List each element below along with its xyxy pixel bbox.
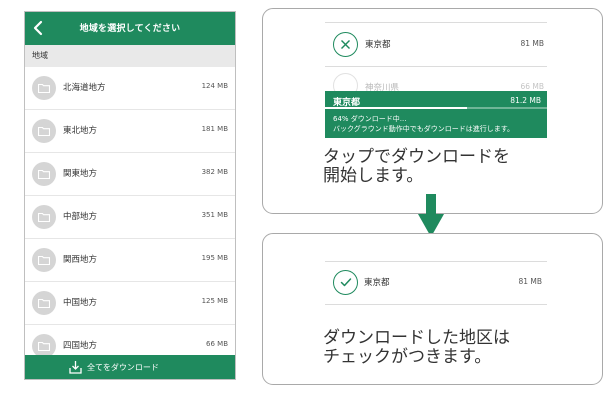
- folder-circle: [32, 291, 56, 315]
- folder-icon: [38, 255, 50, 265]
- step2-caption: ダウンロードした地区は チェックがつきます。: [323, 329, 510, 367]
- folder-icon: [38, 169, 50, 179]
- back-button[interactable]: [29, 18, 49, 38]
- progress-note-text: バックグラウンド動作中でもダウンロードは進行します。: [333, 125, 515, 133]
- row-divider: [325, 66, 547, 67]
- region-row[interactable]: 北海道地方 124 MB: [25, 67, 235, 110]
- row-divider: [325, 304, 547, 305]
- arrow-down-icon: [418, 194, 444, 237]
- region-name: 中国地方: [63, 298, 98, 308]
- folder-circle: [32, 119, 56, 143]
- download-all-button[interactable]: 全てをダウンロード: [25, 355, 235, 379]
- region-size: 181 MB: [201, 125, 228, 133]
- progress-size: 81.2 MB: [510, 96, 541, 105]
- row-divider: [325, 22, 547, 23]
- region-name: 北海道地方: [63, 83, 106, 93]
- region-size: 382 MB: [201, 168, 228, 176]
- region-list: 北海道地方 124 MB 東北地方 181 MB 関東地方 382 MB 中部地方 351 M…: [25, 67, 235, 368]
- step1-caption: タップでダウンロードを 開始します。: [323, 148, 510, 186]
- step2-panel: 東京都 81 MB ダウンロードした地区は チェックがつきます。: [262, 233, 603, 385]
- header-bar: 地域を選択してください: [25, 12, 235, 45]
- region-name: 東京都: [364, 278, 390, 288]
- folder-icon: [38, 298, 50, 308]
- region-size: 81 MB: [520, 39, 544, 48]
- region-size: 81 MB: [518, 277, 542, 286]
- region-row[interactable]: 関西地方 195 MB: [25, 239, 235, 282]
- region-row[interactable]: 中国地方 125 MB: [25, 282, 235, 325]
- region-size: 125 MB: [201, 297, 228, 305]
- progress-status-text: 64% ダウンロード中...: [333, 115, 407, 123]
- cancel-icon: [341, 40, 350, 49]
- region-name: 関東地方: [63, 169, 98, 179]
- region-name: 東京都: [365, 40, 391, 50]
- region-size: 195 MB: [201, 254, 228, 262]
- downloaded-status: [333, 270, 358, 295]
- region-row[interactable]: 中部地方 351 MB: [25, 196, 235, 239]
- folder-icon: [38, 126, 50, 136]
- caption-line: チェックがつきます。: [323, 347, 492, 367]
- download-progress-toast: 東京都 81.2 MB 64% ダウンロード中... バックグラウンド動作中でも…: [325, 91, 547, 138]
- region-size: 124 MB: [201, 82, 228, 90]
- download-all-label: 全てをダウンロード: [87, 363, 159, 372]
- check-icon: [340, 278, 352, 287]
- progress-bar: [325, 107, 547, 109]
- cancel-download-button[interactable]: [333, 32, 358, 57]
- region-name: 東北地方: [63, 126, 98, 136]
- caption-line: 開始します。: [323, 166, 424, 186]
- region-row[interactable]: 東北地方 181 MB: [25, 110, 235, 153]
- region-name: 四国地方: [63, 341, 98, 351]
- region-name: 中部地方: [63, 212, 98, 222]
- folder-icon: [38, 341, 50, 351]
- folder-circle: [32, 248, 56, 272]
- step1-panel: 東京都 81 MB 神奈川県 66 MB 東京都 81.2 MB 64% ダウン…: [262, 8, 603, 214]
- progress-bar-fill: [325, 107, 468, 109]
- page-title: 地域を選択してください: [79, 24, 181, 34]
- folder-icon: [38, 83, 50, 93]
- region-size: 351 MB: [201, 211, 228, 219]
- folder-circle: [32, 76, 56, 100]
- caption-line: ダウンロードした地区は: [323, 328, 510, 348]
- chevron-left-icon: [33, 20, 43, 36]
- section-label: 地域: [25, 45, 235, 67]
- region-size: 66 MB: [206, 340, 228, 348]
- region-name: 関西地方: [63, 255, 98, 265]
- download-icon: [69, 361, 82, 374]
- region-select-screen: 地域を選択してください 地域 北海道地方 124 MB 東北地方 181 MB 関東地方…: [24, 11, 236, 380]
- folder-circle: [32, 205, 56, 229]
- caption-line: タップでダウンロードを: [323, 147, 510, 167]
- folder-circle: [32, 162, 56, 186]
- folder-icon: [38, 212, 50, 222]
- region-size: 66 MB: [520, 82, 544, 91]
- region-row[interactable]: 関東地方 382 MB: [25, 153, 235, 196]
- row-divider: [325, 261, 547, 262]
